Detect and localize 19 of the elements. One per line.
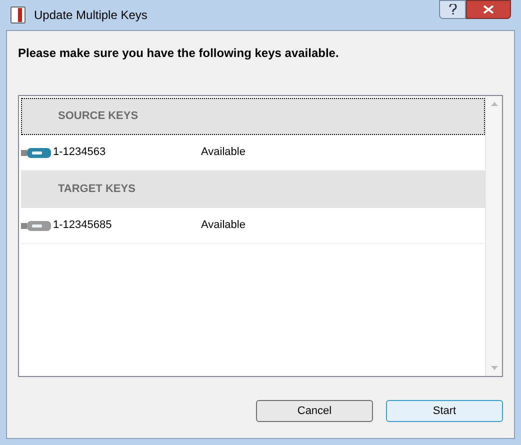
key-row[interactable]: 1-12345685 Available (21, 208, 485, 244)
close-button[interactable] (466, 0, 511, 19)
close-icon (483, 5, 494, 14)
group-header[interactable]: TARGET KEYS (21, 171, 485, 208)
window-title: Update Multiple Keys (34, 7, 148, 24)
help-button[interactable] (439, 0, 466, 19)
help-icon (448, 4, 456, 15)
app-icon (10, 6, 26, 24)
key-status: Available (201, 145, 246, 160)
scrollbar[interactable] (485, 96, 502, 376)
key-id: 1-12345685 (53, 218, 113, 234)
key-id: 1-1234563 (53, 145, 107, 160)
group-header[interactable]: SOURCE KEYS (21, 98, 485, 135)
key-status: Available (201, 218, 246, 234)
dialog-button[interactable]: Cancel (256, 400, 373, 422)
dialog-button[interactable]: Start (386, 400, 503, 422)
scroll-down-icon (490, 366, 498, 370)
scroll-up-icon (490, 102, 498, 106)
instruction-text: Please make sure you have the following keys available. (18, 45, 340, 62)
